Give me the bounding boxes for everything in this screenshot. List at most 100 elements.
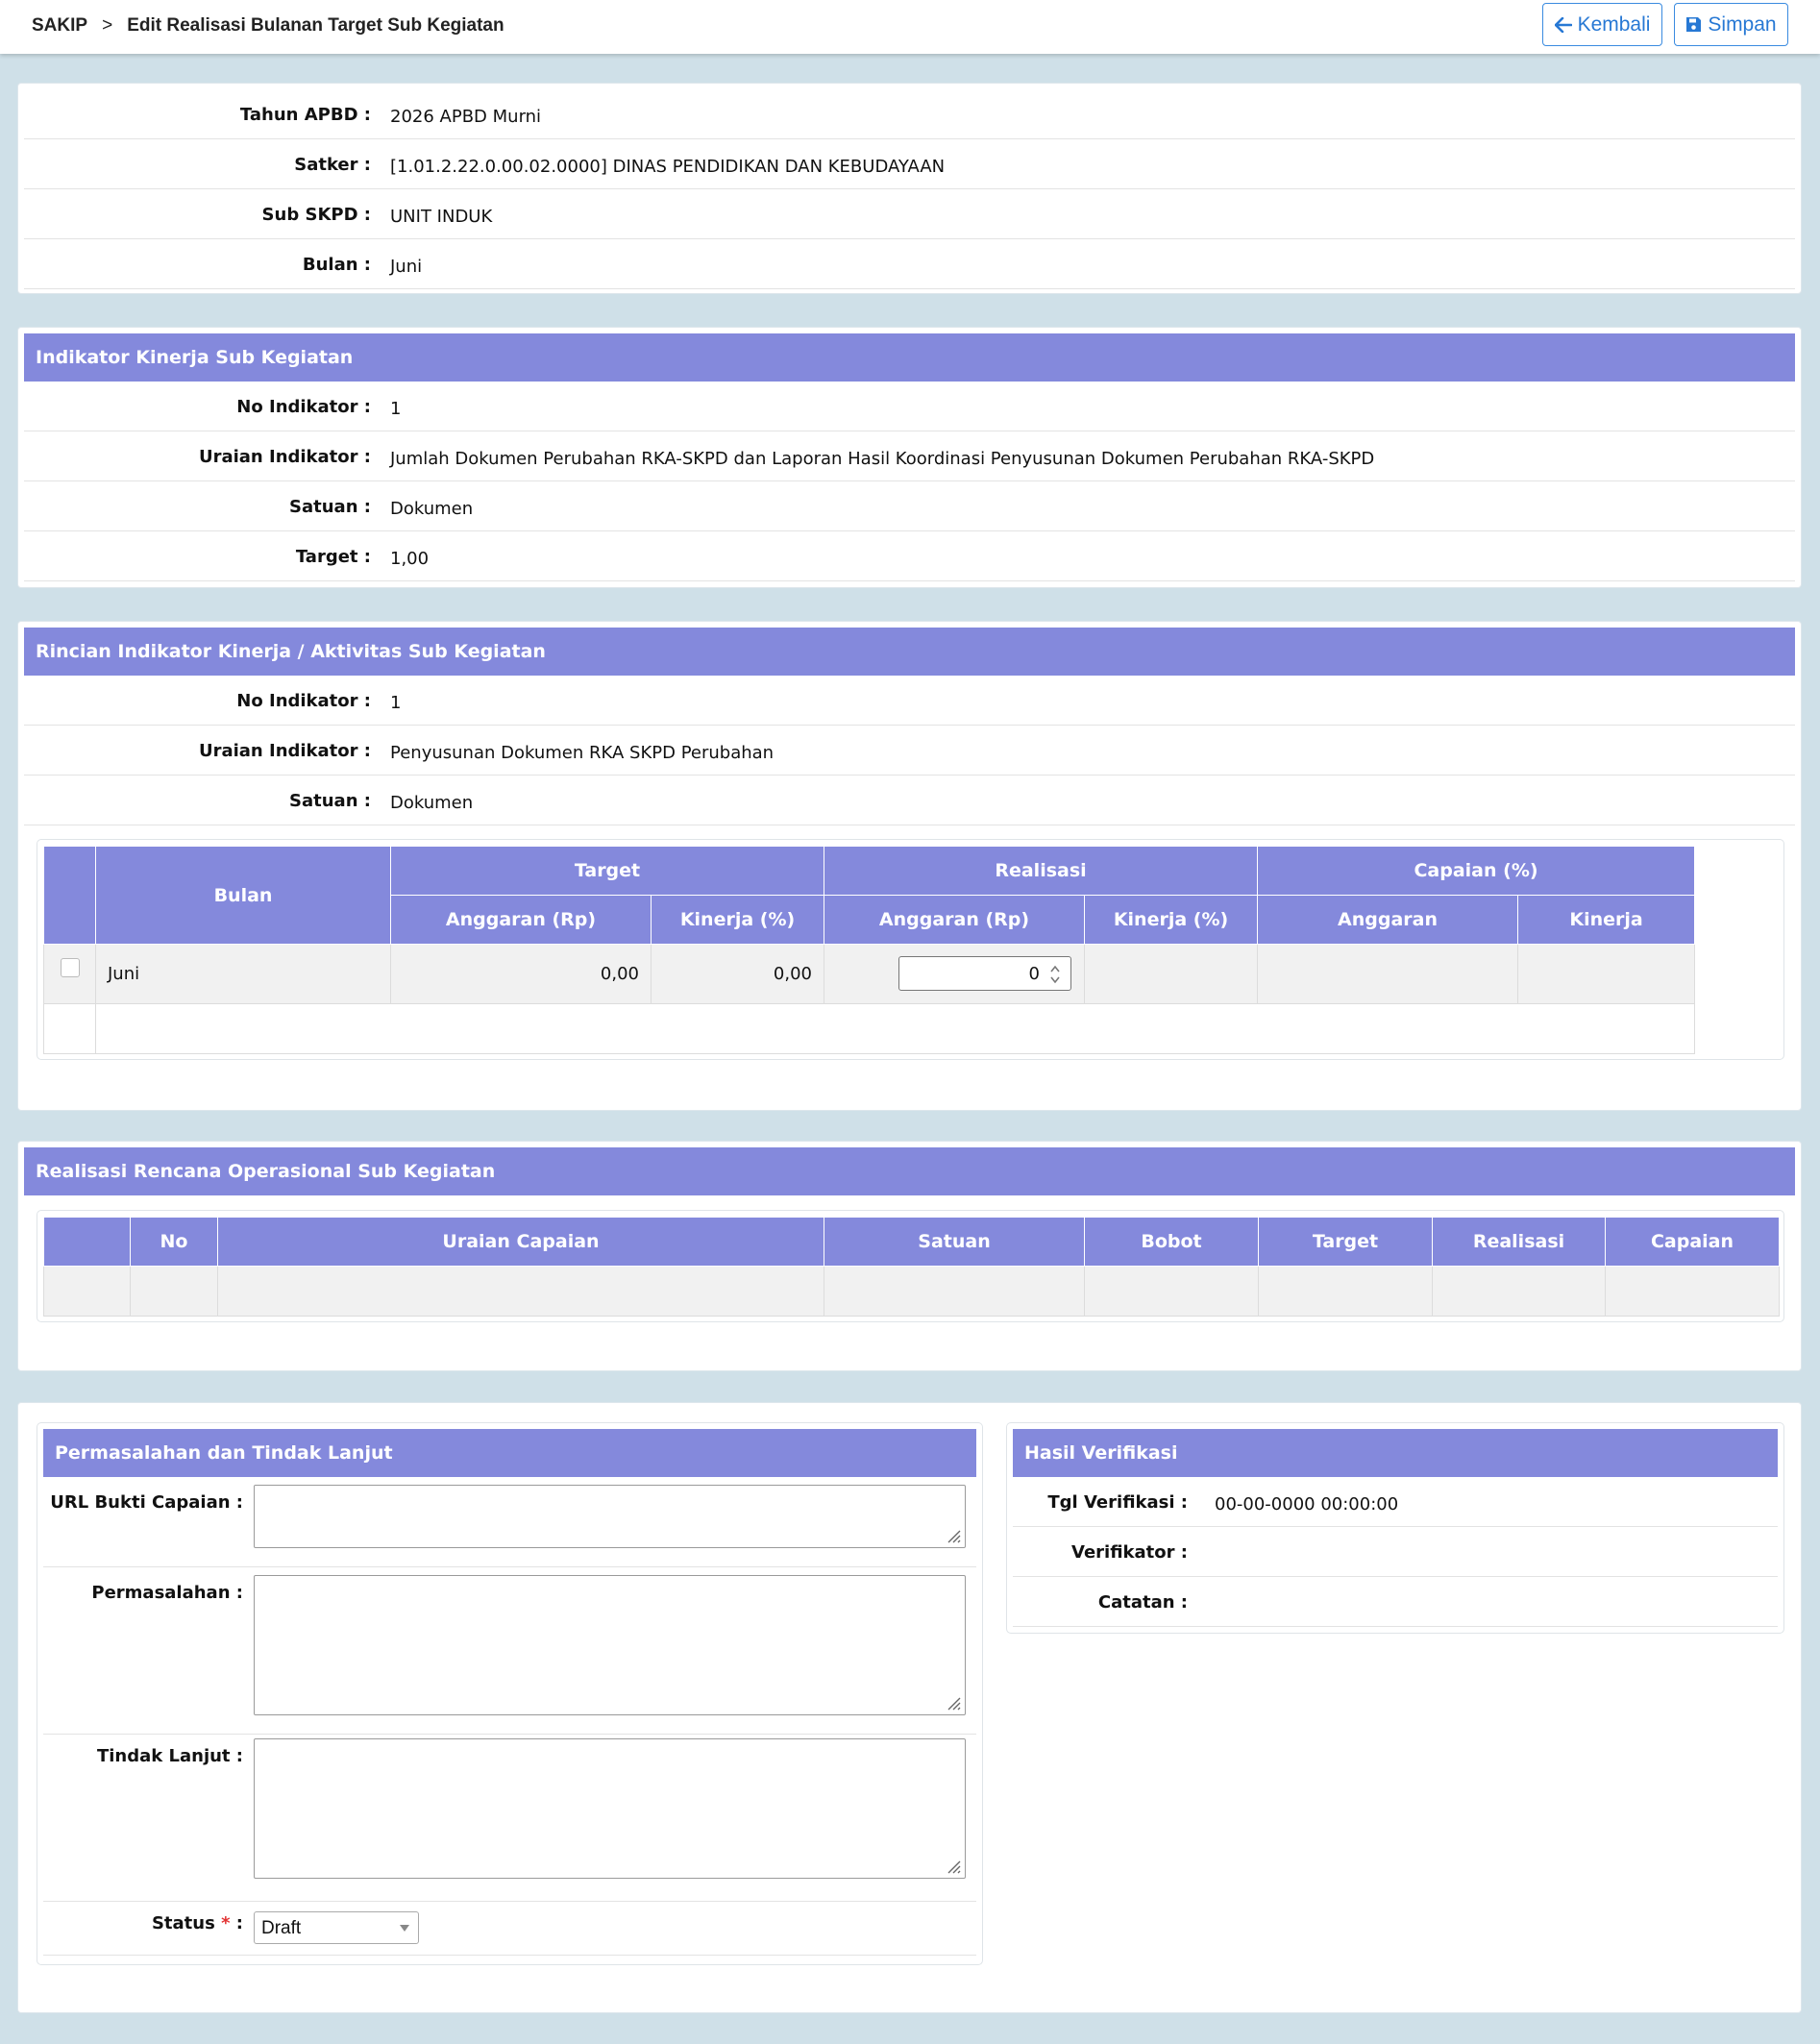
status-selected-value: Draft	[261, 1918, 302, 1938]
row-capaian-anggaran	[1257, 944, 1519, 1004]
status-select[interactable]: Draft	[254, 1911, 419, 1944]
satuan-label: Satuan :	[289, 497, 371, 517]
row-uraian-indikator: Uraian Indikator : Jumlah Dokumen Peruba…	[24, 431, 1795, 481]
target-kinerja-header: Kinerja (%)	[651, 895, 824, 945]
required-marker: *	[221, 1913, 231, 1933]
target-value: 1,00	[390, 549, 430, 569]
realisasi-column-header[interactable]: Realisasi	[1432, 1217, 1606, 1267]
row-realisasi-kinerja	[1083, 944, 1259, 1004]
row-realisasi-anggaran-cell: 0	[824, 944, 1085, 1004]
bobot-column-header[interactable]: Bobot	[1084, 1217, 1259, 1267]
rincian-satuan-value: Dokumen	[390, 793, 474, 813]
bulan-column-header[interactable]: Bulan	[95, 846, 391, 945]
indikator-header: Indikator Kinerja Sub Kegiatan	[24, 333, 1795, 382]
target-group-header: Target	[390, 846, 824, 896]
uraian-indikator-value: Jumlah Dokumen Perubahan RKA-SKPD dan La…	[390, 449, 1375, 469]
bulan-label: Bulan :	[302, 255, 371, 275]
save-button-label: Simpan	[1708, 12, 1777, 36]
chevron-down-icon	[400, 1925, 409, 1932]
target-anggaran-header: Anggaran (Rp)	[390, 895, 652, 945]
tgl-verifikasi-value: 00-00-0000 00:00:00	[1215, 1494, 1399, 1515]
row-target: Target : 1,00	[24, 531, 1795, 581]
row-bulan-cell: Juni	[95, 944, 391, 1004]
tgl-verifikasi-label: Tgl Verifikasi :	[1047, 1492, 1188, 1513]
realisasi-anggaran-input[interactable]: 0	[898, 956, 1071, 991]
save-button[interactable]: Simpan	[1674, 3, 1788, 46]
satker-label: Satker :	[294, 155, 371, 175]
row-tindak-lanjut: Tindak Lanjut :	[43, 1735, 976, 1902]
row-sub-skpd: Sub SKPD : UNIT INDUK	[24, 189, 1795, 239]
rincian-table: Bulan Target Realisasi Capaian (%) Angga…	[43, 846, 1696, 1054]
resize-grip-icon[interactable]	[945, 1858, 962, 1875]
realisasi-anggaran-value: 0	[1028, 964, 1040, 984]
capaian-group-header: Capaian (%)	[1257, 846, 1696, 896]
row-checkbox[interactable]	[60, 958, 80, 977]
realisasi-group-header: Realisasi	[823, 846, 1259, 896]
table-empty-row	[43, 1003, 1696, 1054]
no-indikator-value: 1	[390, 399, 402, 419]
row-status: Status * : Draft	[43, 1902, 976, 1956]
select-column-header	[43, 1217, 131, 1267]
realisasi-kinerja-header: Kinerja (%)	[1083, 895, 1259, 945]
floppy-disk-icon	[1686, 17, 1702, 32]
rincian-table-box: Bulan Target Realisasi Capaian (%) Angga…	[37, 839, 1784, 1060]
satuan-column-header[interactable]: Satuan	[824, 1217, 1085, 1267]
back-button-label: Kembali	[1577, 12, 1651, 36]
rincian-no-value: 1	[390, 693, 402, 713]
row-verifikator: Verifikator :	[1013, 1527, 1778, 1577]
rencana-table-box: No Uraian Capaian Satuan Bobot Target Re…	[37, 1210, 1784, 1322]
rencana-header: Realisasi Rencana Operasional Sub Kegiat…	[24, 1147, 1795, 1195]
tindak-lanjut-label: Tindak Lanjut :	[96, 1746, 243, 1766]
breadcrumb: SAKIP > Edit Realisasi Bulanan Target Sub …	[32, 15, 504, 37]
table-row	[43, 1266, 1780, 1317]
capaian-column-header[interactable]: Capaian	[1605, 1217, 1780, 1267]
row-url-bukti: URL Bukti Capaian :	[43, 1477, 976, 1567]
url-bukti-textarea[interactable]	[254, 1485, 966, 1548]
tahun-apbd-label: Tahun APBD :	[239, 105, 371, 125]
row-capaian-kinerja	[1517, 944, 1696, 1004]
permasalahan-box: Permasalahan dan Tindak Lanjut URL Bukti…	[37, 1422, 983, 1965]
target-column-header[interactable]: Target	[1258, 1217, 1433, 1267]
no-indikator-label: No Indikator :	[236, 397, 371, 417]
catatan-label: Catatan :	[1097, 1592, 1188, 1613]
info-panel: Tahun APBD : 2026 APBD Murni Satker : [1…	[17, 83, 1802, 294]
breadcrumb-separator: >	[102, 15, 113, 36]
row-satker: Satker : [1.01.2.22.0.00.02.0000] DINAS …	[24, 139, 1795, 189]
permasalahan-label: Permasalahan :	[91, 1583, 243, 1603]
bottom-panel: Permasalahan dan Tindak Lanjut URL Bukti…	[17, 1402, 1802, 2013]
row-catatan: Catatan :	[1013, 1577, 1778, 1627]
row-permasalahan: Permasalahan :	[43, 1567, 976, 1735]
select-column-header	[43, 846, 96, 945]
tindak-lanjut-textarea[interactable]	[254, 1738, 966, 1879]
row-rincian-no: No Indikator : 1	[24, 676, 1795, 726]
target-label: Target :	[295, 547, 371, 567]
back-button[interactable]: Kembali	[1542, 3, 1662, 46]
rincian-satuan-label: Satuan :	[289, 791, 371, 811]
uraian-indikator-label: Uraian Indikator :	[198, 447, 371, 467]
table-row: Juni 0,00 0,00 0	[43, 944, 1696, 1004]
permasalahan-textarea[interactable]	[254, 1575, 966, 1715]
no-column-header[interactable]: No	[130, 1217, 218, 1267]
resize-grip-icon[interactable]	[945, 1694, 962, 1712]
row-target-anggaran: 0,00	[390, 944, 652, 1004]
uraian-capaian-column-header[interactable]: Uraian Capaian	[217, 1217, 824, 1267]
rencana-table: No Uraian Capaian Satuan Bobot Target Re…	[43, 1217, 1780, 1317]
row-tgl-verifikasi: Tgl Verifikasi : 00-00-0000 00:00:00	[1013, 1477, 1778, 1527]
sub-skpd-value: UNIT INDUK	[390, 207, 493, 227]
rencana-panel: Realisasi Rencana Operasional Sub Kegiat…	[17, 1141, 1802, 1371]
permasalahan-header: Permasalahan dan Tindak Lanjut	[43, 1429, 976, 1477]
rincian-no-label: No Indikator :	[236, 691, 371, 711]
url-bukti-label: URL Bukti Capaian :	[50, 1492, 243, 1513]
satker-value: [1.01.2.22.0.00.02.0000] DINAS PENDIDIKA…	[390, 157, 946, 177]
capaian-kinerja-header: Kinerja	[1517, 895, 1696, 945]
row-rincian-uraian: Uraian Indikator : Penyusunan Dokumen RK…	[24, 726, 1795, 776]
resize-grip-icon[interactable]	[945, 1527, 962, 1544]
status-label: Status * :	[151, 1913, 243, 1933]
breadcrumb-root[interactable]: SAKIP	[32, 15, 87, 36]
satuan-value: Dokumen	[390, 499, 474, 519]
bulan-value: Juni	[390, 257, 423, 277]
spinner-arrows-icon[interactable]	[1048, 964, 1062, 985]
rincian-uraian-label: Uraian Indikator :	[198, 741, 371, 761]
realisasi-anggaran-header: Anggaran (Rp)	[824, 895, 1085, 945]
page-title: Edit Realisasi Bulanan Target Sub Kegiat…	[127, 15, 504, 36]
